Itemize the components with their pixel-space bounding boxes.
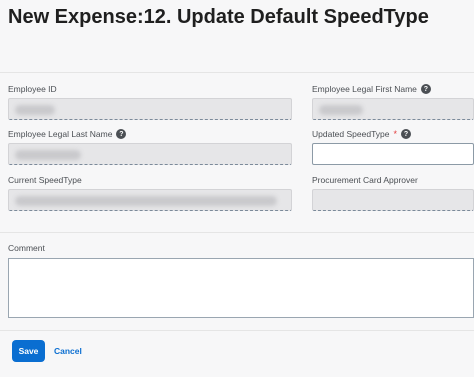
procurement-approver-field bbox=[312, 189, 474, 211]
employee-first-name-value bbox=[319, 105, 363, 115]
comment-textarea[interactable] bbox=[8, 258, 474, 318]
current-speedtype-value bbox=[15, 196, 277, 206]
employee-last-name-label-text: Employee Legal Last Name bbox=[8, 129, 113, 139]
employee-first-name-label-text: Employee Legal First Name bbox=[312, 84, 417, 94]
employee-id-field bbox=[8, 98, 292, 120]
cancel-button[interactable]: Cancel bbox=[54, 340, 82, 362]
updated-speedtype-label-text: Updated SpeedType bbox=[312, 129, 390, 139]
current-speedtype-label-text: Current SpeedType bbox=[8, 175, 82, 185]
employee-id-value bbox=[15, 105, 55, 115]
comment-label-text: Comment bbox=[8, 243, 45, 253]
header-divider bbox=[0, 72, 474, 73]
help-icon[interactable]: ? bbox=[420, 84, 431, 94]
employee-first-name-label: Employee Legal First Name ? bbox=[312, 84, 431, 94]
employee-last-name-field bbox=[8, 143, 292, 165]
employee-last-name-label: Employee Legal Last Name ? bbox=[8, 129, 127, 139]
current-speedtype-field bbox=[8, 189, 292, 211]
required-marker: * bbox=[393, 129, 398, 139]
footer-divider bbox=[0, 330, 474, 331]
save-button[interactable]: Save bbox=[12, 340, 45, 362]
page-title: New Expense:12. Update Default SpeedType bbox=[8, 6, 429, 28]
section-divider bbox=[0, 232, 474, 233]
employee-id-label-text: Employee ID bbox=[8, 84, 57, 94]
employee-first-name-field bbox=[312, 98, 474, 120]
employee-id-label: Employee ID bbox=[8, 84, 57, 94]
help-icon[interactable]: ? bbox=[116, 129, 127, 139]
employee-last-name-value bbox=[15, 150, 81, 160]
procurement-approver-label-text: Procurement Card Approver bbox=[312, 175, 418, 185]
help-icon[interactable]: ? bbox=[401, 129, 412, 139]
updated-speedtype-label: Updated SpeedType * ? bbox=[312, 129, 412, 139]
procurement-approver-label: Procurement Card Approver bbox=[312, 175, 418, 185]
current-speedtype-label: Current SpeedType bbox=[8, 175, 82, 185]
comment-label: Comment bbox=[8, 243, 45, 253]
updated-speedtype-input[interactable] bbox=[312, 143, 474, 165]
